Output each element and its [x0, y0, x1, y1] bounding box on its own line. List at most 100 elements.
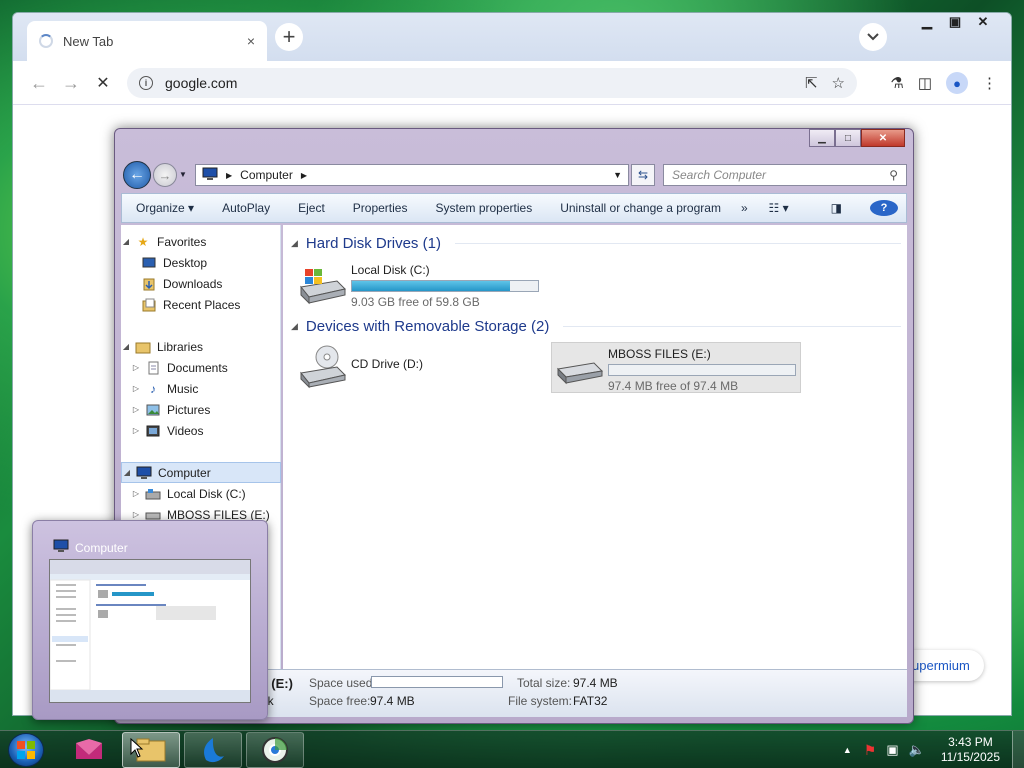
- address-bar[interactable]: i google.com ⇱ ☆: [127, 68, 857, 98]
- total-size-value: 97.4 MB: [573, 676, 618, 690]
- browser-window-controls: ▁ ▣ ✕: [913, 13, 997, 31]
- nav-documents[interactable]: ▷ Documents: [121, 357, 281, 378]
- forward-arrow-icon[interactable]: →: [59, 71, 83, 95]
- music-icon: ♪: [150, 381, 156, 396]
- side-panel-icon[interactable]: ◫: [918, 74, 932, 92]
- back-button[interactable]: ←: [123, 161, 151, 189]
- nav-libraries[interactable]: ◢ Libraries: [121, 336, 281, 357]
- minimize-button[interactable]: ▁: [913, 13, 941, 31]
- collapse-icon[interactable]: ◢: [291, 238, 298, 249]
- breadcrumb-arrow-icon[interactable]: ▶: [226, 171, 232, 180]
- experiments-flask-icon[interactable]: ⚗: [890, 74, 903, 92]
- uninstall-program-button[interactable]: Uninstall or change a program: [546, 201, 735, 215]
- group-removable-storage[interactable]: ◢ Devices with Removable Storage (2): [291, 318, 901, 335]
- group-hard-disk-drives[interactable]: ◢ Hard Disk Drives (1): [291, 235, 901, 252]
- history-dropdown-icon[interactable]: ▼: [179, 170, 187, 179]
- search-placeholder: Search Computer: [672, 168, 767, 182]
- volume-muted-icon[interactable]: 🔈: [909, 742, 925, 758]
- bookmark-star-icon[interactable]: ☆: [832, 74, 845, 92]
- space-free-label: Space free:: [309, 694, 371, 708]
- forward-button[interactable]: →: [153, 163, 177, 187]
- show-desktop-button[interactable]: [1012, 731, 1024, 768]
- browser-tab-strip: New Tab × + ▁ ▣ ✕: [13, 13, 1011, 61]
- taskbar-app-pinned-1[interactable]: [60, 732, 118, 768]
- taskbar-browser-button[interactable]: [246, 732, 304, 768]
- network-icon[interactable]: ▣: [886, 742, 898, 758]
- blue-app-icon: [204, 738, 224, 763]
- taskbar-thumbnail-preview[interactable]: Computer: [32, 520, 268, 720]
- refresh-button[interactable]: ⇆: [631, 164, 655, 186]
- mouse-cursor-icon: [130, 738, 144, 758]
- collapse-icon[interactable]: ◢: [291, 321, 298, 332]
- taskbar-app-running-2[interactable]: [184, 732, 242, 768]
- back-arrow-icon[interactable]: ←: [27, 71, 51, 95]
- nav-favorites[interactable]: ◢ ★ Favorites: [121, 231, 281, 252]
- menu-dots-icon[interactable]: ⋮: [982, 74, 997, 92]
- nav-recent-places[interactable]: Recent Places: [121, 294, 281, 315]
- total-size-label: Total size:: [517, 676, 571, 690]
- drive-c[interactable]: Local Disk (C:) 9.03 GB free of 59.8 GB: [297, 261, 539, 309]
- profile-avatar-icon[interactable]: ●: [946, 72, 968, 94]
- pictures-icon: [145, 403, 161, 417]
- action-center-icon[interactable]: ⚑: [864, 742, 877, 759]
- browser-tab[interactable]: New Tab ×: [27, 21, 267, 61]
- breadcrumb[interactable]: ▶ Computer ▶ ▼: [195, 164, 629, 186]
- drive-name: Local Disk (C:): [351, 263, 430, 277]
- nav-local-disk[interactable]: ▷ Local Disk (C:): [121, 483, 281, 504]
- new-tab-button[interactable]: +: [275, 23, 303, 51]
- close-button[interactable]: ✕: [969, 13, 997, 31]
- autoplay-button[interactable]: AutoPlay: [208, 201, 284, 215]
- taskbar: ▲ ⚑ ▣ 🔈 3:43 PM 11/15/2025: [0, 730, 1024, 768]
- space-used-label: Space used:: [309, 676, 376, 690]
- desktop-icon: [141, 256, 157, 270]
- nav-videos[interactable]: ▷ Videos: [121, 420, 281, 441]
- search-input[interactable]: Search Computer ⚲: [663, 164, 907, 186]
- breadcrumb-arrow-icon[interactable]: ▶: [301, 171, 307, 180]
- help-icon[interactable]: ?: [870, 200, 898, 216]
- documents-icon: [145, 361, 161, 375]
- share-icon[interactable]: ⇱: [805, 74, 818, 92]
- nav-music[interactable]: ▷ ♪ Music: [121, 378, 281, 399]
- nav-computer[interactable]: ◢ Computer: [121, 462, 281, 483]
- start-button[interactable]: [8, 733, 44, 767]
- windows-logo-icon: [17, 741, 35, 759]
- computer-icon: [202, 167, 218, 184]
- site-info-icon[interactable]: i: [139, 76, 153, 90]
- clock[interactable]: 3:43 PM 11/15/2025: [941, 735, 1000, 765]
- explorer-close-button[interactable]: ✕: [861, 129, 905, 147]
- address-dropdown-icon[interactable]: ▼: [613, 170, 622, 180]
- drive-usage-bar: [608, 364, 796, 376]
- explorer-address-row: ← → ▼ ▶ Computer ▶ ▼ ⇆ Search Computer ⚲: [121, 161, 907, 189]
- drive-e[interactable]: MBOSS FILES (E:) 97.4 MB free of 97.4 MB: [551, 342, 801, 393]
- properties-button[interactable]: Properties: [339, 201, 422, 215]
- command-bar: Organize ▾ AutoPlay Eject Properties Sys…: [121, 193, 907, 223]
- tab-close-icon[interactable]: ×: [247, 33, 255, 49]
- system-properties-button[interactable]: System properties: [421, 201, 546, 215]
- purple-app-icon: [76, 739, 102, 759]
- usb-drive-icon: [554, 345, 604, 389]
- maximize-button[interactable]: ▣: [941, 13, 969, 31]
- show-hidden-icons-icon[interactable]: ▲: [843, 745, 852, 755]
- preview-pane-icon[interactable]: ◨: [817, 201, 856, 215]
- content-pane: ◢ Hard Disk Drives (1) Local Disk (C:) 9…: [283, 225, 907, 669]
- group-title: Hard Disk Drives (1): [305, 235, 441, 252]
- tab-search-button[interactable]: [859, 23, 887, 51]
- breadcrumb-computer[interactable]: Computer: [240, 168, 293, 182]
- nav-desktop[interactable]: Desktop: [121, 252, 281, 273]
- nav-downloads[interactable]: Downloads: [121, 273, 281, 294]
- drive-name: CD Drive (D:): [351, 357, 423, 371]
- organize-button[interactable]: Organize ▾: [122, 201, 208, 215]
- computer-icon: [136, 466, 152, 480]
- browser-toolbar: ← → ✕ i google.com ⇱ ☆ ⚗ ◫ ● ⋮: [13, 61, 1011, 105]
- eject-button[interactable]: Eject: [284, 201, 339, 215]
- address-text: google.com: [165, 75, 238, 91]
- star-icon: ★: [137, 234, 149, 249]
- more-commands-button[interactable]: »: [735, 201, 754, 215]
- explorer-maximize-button[interactable]: □: [835, 129, 861, 147]
- drive-d[interactable]: CD Drive (D:): [297, 345, 423, 389]
- explorer-minimize-button[interactable]: ▁: [809, 129, 835, 147]
- videos-icon: [145, 424, 161, 438]
- stop-loading-icon[interactable]: ✕: [91, 71, 115, 95]
- change-view-icon[interactable]: ☷ ▾: [755, 201, 803, 215]
- nav-pictures[interactable]: ▷ Pictures: [121, 399, 281, 420]
